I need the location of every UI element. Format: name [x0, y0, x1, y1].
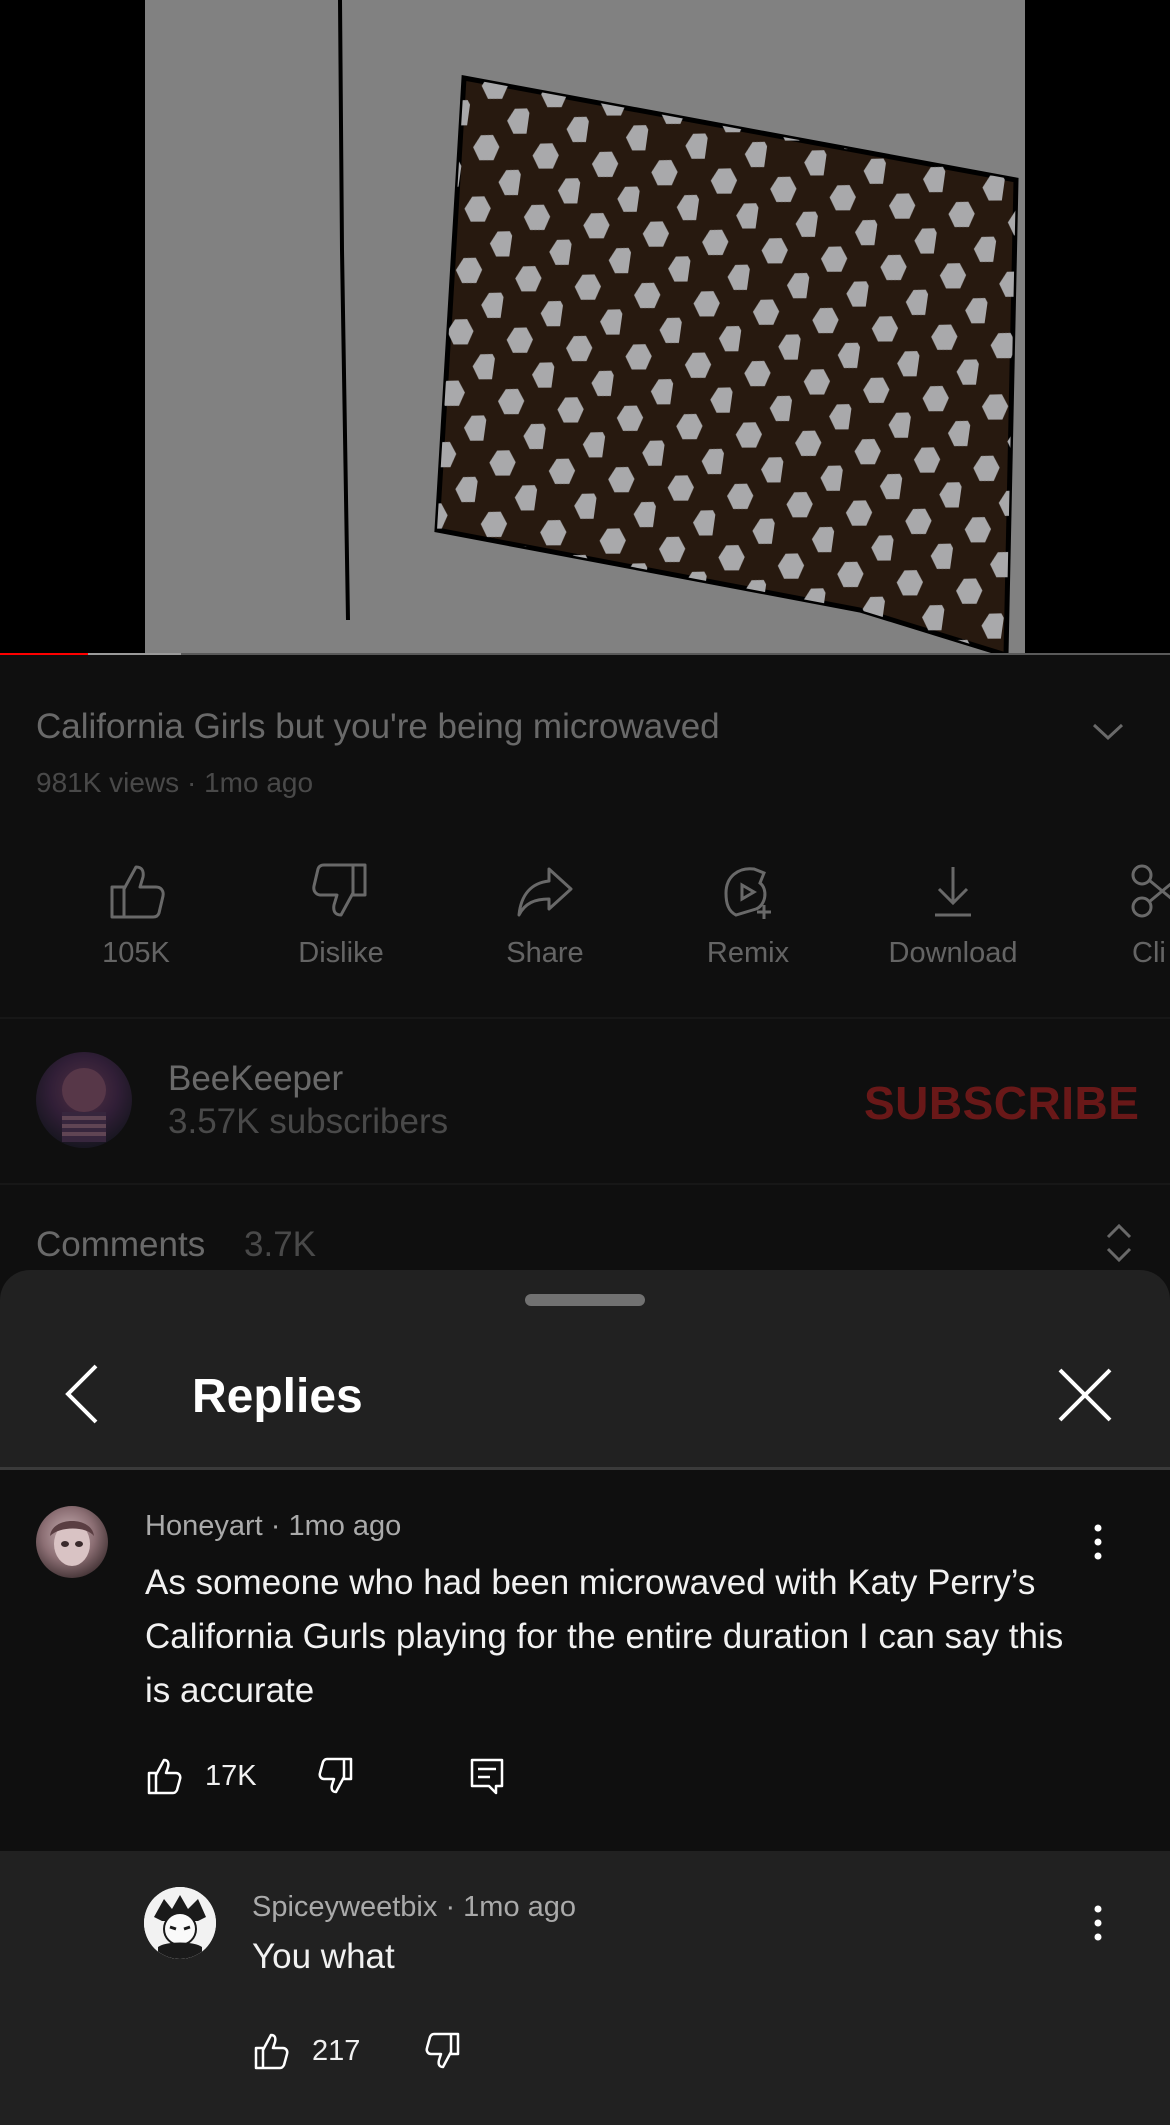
- like-icon[interactable]: [252, 2031, 292, 2071]
- comment-actions: 17K: [145, 1750, 745, 1800]
- video-meta: 981K views · 1mo ago: [36, 767, 314, 798]
- parent-comment: Honeyart · 1mo ago As someone who had be…: [0, 1470, 1170, 1851]
- dislike-label: Dislike: [298, 937, 384, 969]
- clip-button[interactable]: Cli: [1068, 859, 1170, 970]
- comment-author-line: Honeyart · 1mo ago: [145, 1510, 401, 1543]
- download-label: Download: [888, 937, 1018, 969]
- replier-avatar[interactable]: [144, 1887, 216, 1959]
- back-arrow-icon[interactable]: [58, 1362, 108, 1426]
- divider: [0, 1017, 1170, 1019]
- action-bar: 105K Dislike Share Remix Download Cli: [0, 859, 1170, 979]
- comment-time: 1mo ago: [288, 1510, 402, 1542]
- comments-label[interactable]: Comments: [36, 1225, 205, 1265]
- separator-dot: ·: [270, 1510, 289, 1542]
- commenter-avatar-art: [50, 1521, 94, 1566]
- like-count: 105K: [102, 937, 170, 969]
- reply-text: You what: [252, 1937, 395, 1976]
- share-label: Share: [506, 937, 584, 969]
- reply-author[interactable]: Spiceyweetbix: [252, 1891, 437, 1923]
- comment-like-count: 17K: [205, 1760, 257, 1792]
- like-icon[interactable]: [145, 1756, 185, 1796]
- download-icon: [935, 867, 971, 917]
- reply-icon[interactable]: [467, 1756, 507, 1796]
- reply-comment: Spiceyweetbix · 1mo ago You what 217: [0, 1851, 1170, 2125]
- dislike-icon[interactable]: [315, 1756, 355, 1796]
- subscribe-button[interactable]: SUBSCRIBE: [864, 1076, 1139, 1130]
- reply-time: 1mo ago: [463, 1891, 577, 1923]
- remix-button[interactable]: Remix: [658, 859, 838, 970]
- clip-icon: [1131, 864, 1170, 918]
- remix-label: Remix: [706, 937, 790, 969]
- channel-avatar-art: [62, 1068, 106, 1142]
- sheet-title: Replies: [192, 1370, 363, 1423]
- remix-icon: [724, 867, 771, 919]
- separator-dot: ·: [445, 1891, 464, 1923]
- reply-author-line: Spiceyweetbix · 1mo ago: [252, 1891, 576, 1924]
- replies-sheet: Replies Honeyart · 1mo ago As someone wh…: [0, 1270, 1170, 2125]
- reply-like-count: 217: [312, 2035, 361, 2067]
- drag-handle[interactable]: [525, 1294, 645, 1306]
- video-player[interactable]: [0, 0, 1170, 655]
- dislike-button[interactable]: Dislike: [251, 859, 431, 970]
- close-icon[interactable]: [1056, 1366, 1114, 1424]
- dislike-icon: [312, 863, 367, 917]
- comments-count: 3.7K: [244, 1225, 316, 1264]
- channel-avatar[interactable]: [36, 1052, 132, 1148]
- expand-icon[interactable]: [1104, 1221, 1134, 1265]
- progress-played: [0, 653, 88, 655]
- like-button[interactable]: 105K: [46, 859, 226, 970]
- download-button[interactable]: Download: [863, 859, 1043, 970]
- channel-subscriber-count: 3.57K subscribers: [168, 1102, 449, 1141]
- channel-name[interactable]: BeeKeeper: [168, 1059, 343, 1099]
- video-frame: [0, 0, 1170, 655]
- share-icon: [517, 867, 573, 917]
- clip-label: Cli: [1132, 937, 1166, 969]
- comment-author[interactable]: Honeyart: [145, 1510, 263, 1542]
- more-options-icon[interactable]: [1084, 1903, 1112, 1943]
- replier-avatar-art: [144, 1887, 216, 1959]
- reply-actions: 217: [252, 2025, 652, 2075]
- video-title[interactable]: California Girls but you're being microw…: [36, 707, 1036, 747]
- video-progress-bar[interactable]: [0, 653, 1170, 655]
- chevron-down-icon[interactable]: [1090, 719, 1126, 743]
- divider: [0, 1183, 1170, 1185]
- commenter-avatar[interactable]: [36, 1506, 108, 1578]
- share-button[interactable]: Share: [455, 859, 635, 970]
- comment-text: As someone who had been microwaved with …: [145, 1563, 1064, 1710]
- like-icon: [110, 865, 165, 919]
- dislike-icon[interactable]: [422, 2031, 462, 2071]
